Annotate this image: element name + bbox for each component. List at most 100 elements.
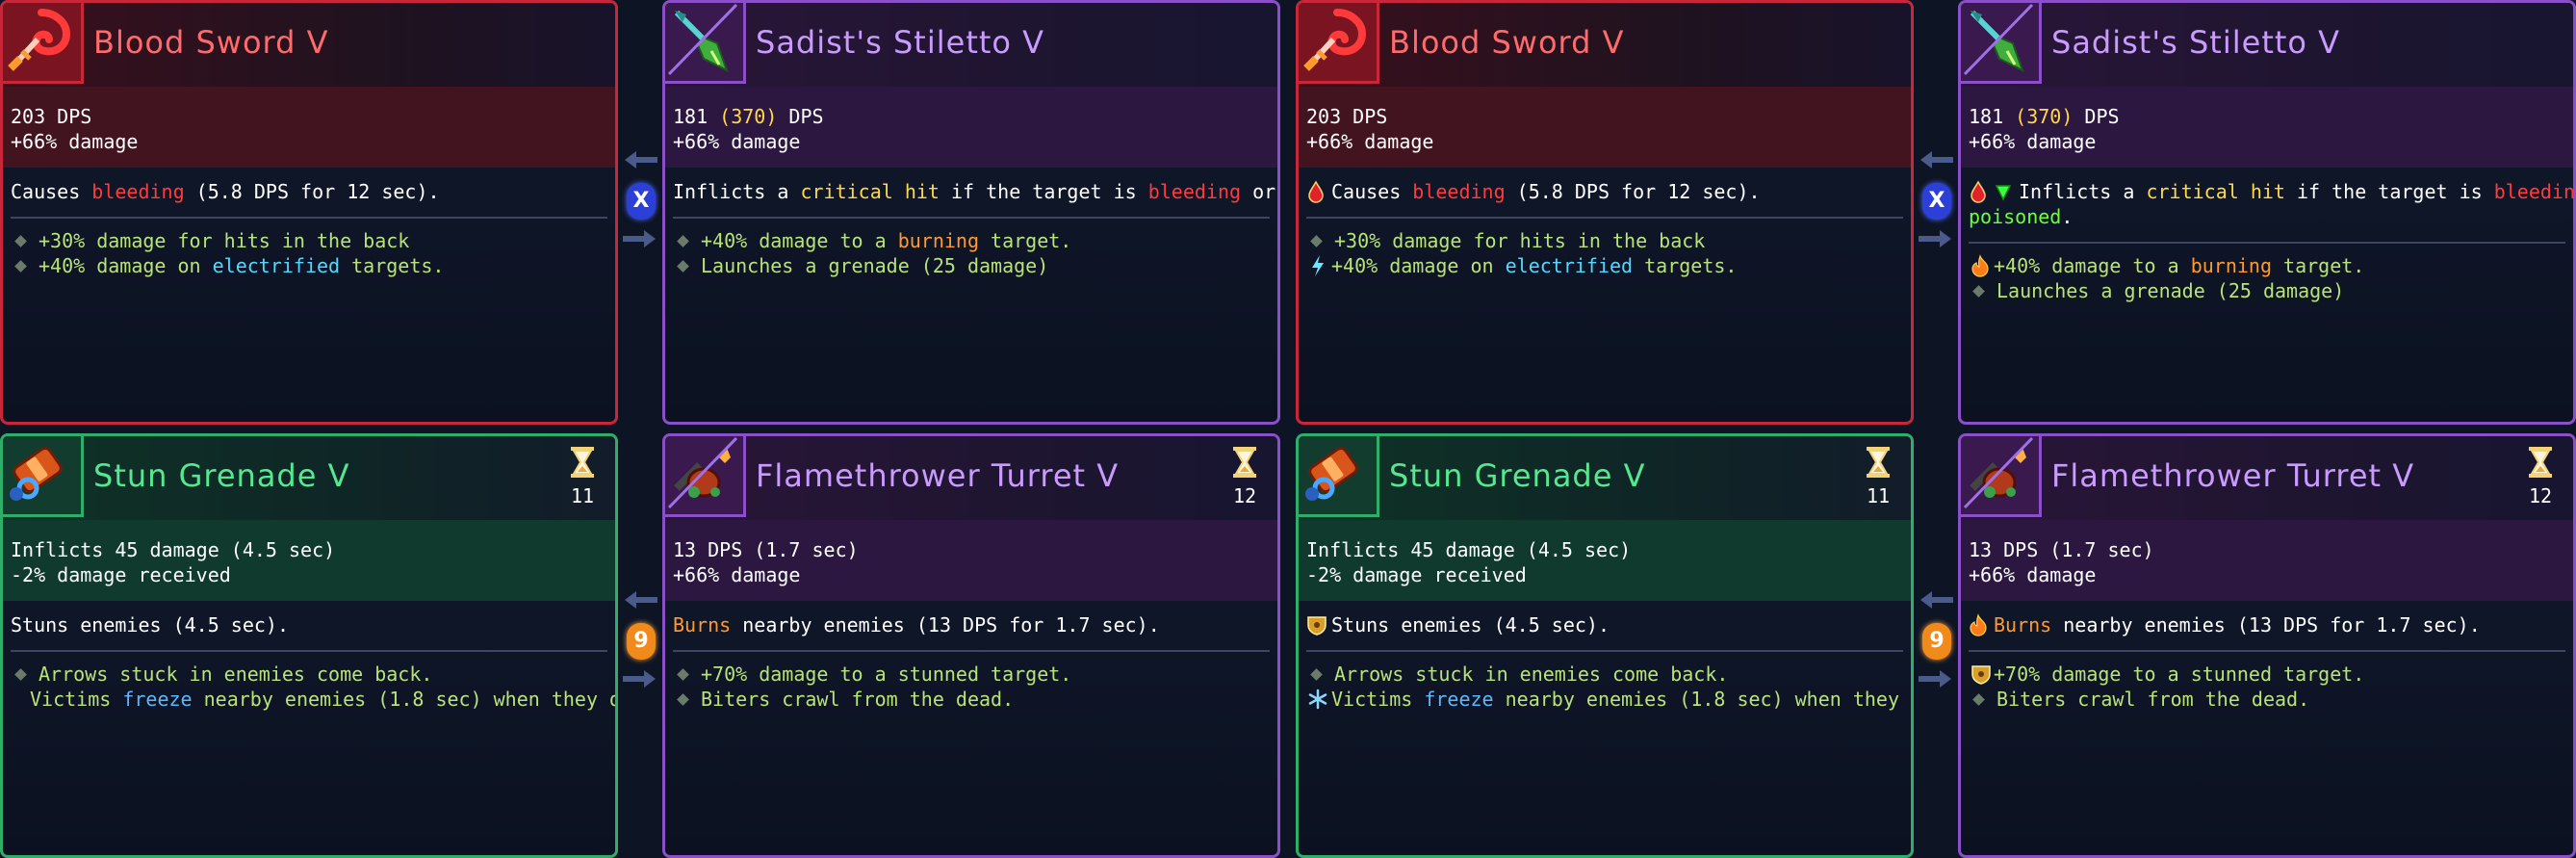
description: Causes bleeding (5.8 DPS for 12 sec).: [1306, 179, 1903, 204]
description: Causes bleeding (5.8 DPS for 12 sec).: [11, 179, 607, 204]
hourglass-icon: [563, 446, 602, 482]
cooldown-value: 12: [1232, 484, 1257, 507]
card-flamethrower-turret[interactable]: Flamethrower Turret V 12 13 DPS (1.7 sec) +…: [662, 433, 1280, 858]
electrified-icon: [1308, 254, 1327, 277]
stat-line: 13 DPS (1.7 sec): [673, 538, 859, 561]
bonus-item: +30% damage for hits in the back: [1306, 228, 1903, 253]
bonus-item: Biters crawl from the dead.: [1969, 687, 2565, 712]
description-line: Burns nearby enemies (13 DPS for 1.7 sec…: [673, 612, 1270, 637]
text-run: Burns: [673, 613, 732, 637]
card-stun-grenade[interactable]: Stun Grenade V 11 Inflicts 45 damage (4.5 …: [1296, 433, 1914, 858]
bonus-item: Victims freeze nearby enemies (1.8 sec) …: [11, 687, 615, 712]
synergy-connector-top: X: [619, 150, 661, 256]
text-run: Victims: [1331, 688, 1425, 711]
bonus-item: +40% damage to a burning target.: [673, 228, 1270, 253]
bonus-text: Victims freeze nearby enemies (1.8 sec) …: [30, 687, 615, 712]
synergy-badge[interactable]: 9: [1922, 623, 1951, 660]
text-run: +40% damage to a: [701, 229, 898, 252]
bonus-text: +40% damage to a burning target.: [701, 228, 1071, 253]
description-line: Inflicts a critical hit if the target is…: [673, 179, 1275, 204]
card-header: Blood Sword V: [1299, 3, 1911, 87]
arrow-left-icon: [623, 150, 657, 169]
stunned-icon: [1306, 613, 1327, 637]
bonus-item: +70% damage to a stunned target.: [673, 662, 1270, 687]
text-run: bleeding: [2493, 180, 2575, 203]
text-run: targets.: [1633, 254, 1738, 277]
stat-line: +66% damage: [1969, 130, 2097, 153]
stat-line: +66% damage: [1306, 130, 1434, 153]
bullet-diamond-icon: [1310, 234, 1323, 247]
card-flamethrower-turret[interactable]: Flamethrower Turret V 12 13 DPS (1.7 sec) +…: [1958, 433, 2576, 858]
description-text: Causes bleeding (5.8 DPS for 12 sec).: [11, 179, 440, 204]
text-run: bleeding: [91, 180, 185, 203]
bonus-item: Biters crawl from the dead.: [673, 687, 1270, 712]
divider: [1969, 242, 2565, 244]
bonus-text: +70% damage to a stunned target.: [701, 662, 1071, 687]
bonus-item: Arrows stuck in enemies come back.: [11, 662, 607, 687]
stat-line: Inflicts 45 damage (4.5 sec): [1306, 538, 1632, 561]
bonus-text: Victims freeze nearby enemies (1.8 sec) …: [1331, 687, 1911, 712]
stat-line: 181 (370) DPS: [673, 104, 1277, 129]
arrow-right-icon: [1919, 229, 1953, 248]
card-header: Stun Grenade V 11: [1299, 436, 1911, 520]
stat-line: Inflicts 45 damage (4.5 sec): [11, 538, 336, 561]
description-line: Stuns enemies (4.5 sec).: [11, 612, 607, 637]
stat-line: +66% damage: [11, 130, 139, 153]
hourglass-icon: [2521, 446, 2560, 482]
bonus-text: Arrows stuck in enemies come back.: [39, 662, 432, 687]
item-title: Blood Sword V: [1389, 24, 1625, 61]
synergy-badge[interactable]: 9: [627, 623, 656, 660]
divider: [1969, 650, 2565, 652]
stat-text: DPS: [2073, 105, 2120, 128]
description: Inflicts a critical hit if the target is…: [1969, 179, 2573, 229]
divider: [11, 650, 607, 652]
card-sadists-stiletto[interactable]: Sadist's Stiletto V 181 (370) DPS +66% dam…: [1958, 0, 2576, 425]
stat-line: -2% damage received: [11, 563, 231, 586]
bonus-list: +30% damage for hits in the back +40% dam…: [1306, 228, 1903, 278]
bonus-text: +40% damage to a burning target.: [1994, 253, 2364, 278]
comparison-panel-left: Blood Sword V 203 DPS +66% damage Causes bl…: [0, 0, 1282, 858]
text-run: Causes: [1331, 180, 1413, 203]
stat-line: +66% damage: [673, 563, 801, 586]
text-run: poisoned: [1969, 205, 2062, 228]
arrow-left-icon: [1919, 590, 1953, 610]
text-run: bleeding: [1147, 180, 1242, 203]
bonus-list: +70% damage to a stunned target. Biters c…: [1969, 662, 2565, 712]
bonus-text: Biters crawl from the dead.: [701, 687, 1014, 712]
blood-sword-icon: [3, 3, 84, 84]
synergy-connector-bottom: 9: [619, 590, 661, 696]
stat-line: -2% damage received: [1306, 563, 1527, 586]
divider: [11, 217, 607, 219]
bonus-item: Arrows stuck in enemies come back.: [1306, 662, 1903, 687]
bleeding-icon: [1969, 180, 1988, 203]
text-run: (5.8 DPS for 12 sec).: [184, 180, 440, 203]
cooldown-value: 11: [570, 484, 595, 507]
synergy-badge[interactable]: X: [627, 183, 656, 220]
text-run: critical hit: [2146, 180, 2285, 203]
text-run: Arrows stuck in enemies come back.: [1334, 663, 1729, 686]
item-title: Stun Grenade V: [1389, 457, 1646, 494]
bonus-text: Launches a grenade (25 damage): [701, 253, 1048, 278]
card-blood-sword[interactable]: Blood Sword V 203 DPS +66% damage Causes bl…: [0, 0, 618, 425]
bonus-text: Biters crawl from the dead.: [1996, 687, 2309, 712]
text-run: electrified: [212, 254, 341, 277]
text-run: Inflicts a: [673, 180, 801, 203]
synergy-badge[interactable]: X: [1922, 183, 1951, 220]
bullet-diamond-icon: [1972, 692, 1985, 706]
card-blood-sword[interactable]: Blood Sword V 203 DPS +66% damage Causes bl…: [1296, 0, 1914, 425]
bonus-text: Arrows stuck in enemies come back.: [1334, 662, 1728, 687]
bullet-diamond-icon: [14, 259, 27, 273]
text-run: electrified: [1505, 254, 1634, 277]
description-text: Inflicts a critical hit if the target is…: [2019, 179, 2575, 204]
text-run: +30% damage for hits in the back: [39, 229, 410, 252]
arrow-right-icon: [623, 669, 657, 689]
card-stun-grenade[interactable]: Stun Grenade V 11 Inflicts 45 damage (4.5 …: [0, 433, 618, 858]
item-title: Flamethrower Turret V: [756, 457, 1120, 494]
hourglass-icon: [1225, 446, 1264, 482]
description: Burns nearby enemies (13 DPS for 1.7 sec…: [673, 612, 1270, 637]
card-sadists-stiletto[interactable]: Sadist's Stiletto V 181 (370) DPS +66% dam…: [662, 0, 1280, 425]
card-header: Flamethrower Turret V 12: [1961, 436, 2573, 520]
arrow-right-icon: [623, 229, 657, 248]
text-run: .: [2061, 205, 2074, 228]
description-line: Causes bleeding (5.8 DPS for 12 sec).: [11, 179, 607, 204]
